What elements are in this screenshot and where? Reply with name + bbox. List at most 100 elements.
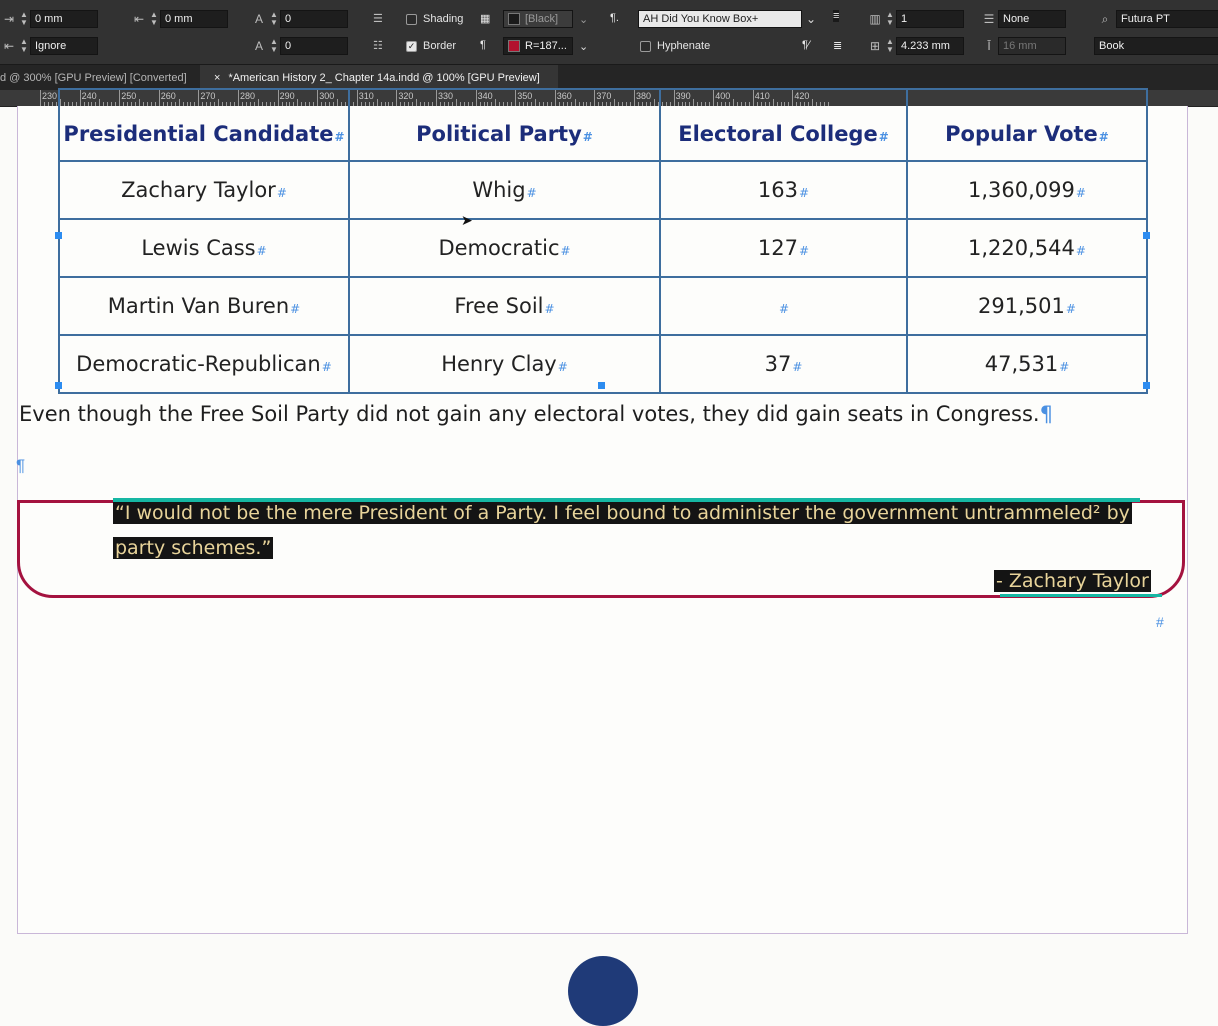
- frame-handle-right[interactable]: [1143, 232, 1150, 239]
- align-left-icon[interactable]: ≡: [833, 10, 840, 22]
- drop-cap-lines-stepper[interactable]: ▲ ▼: [268, 11, 280, 27]
- frame-handle-bottom-right[interactable]: [1143, 382, 1150, 389]
- paragraph-style-select[interactable]: AH Did You Know Box+ ⌄: [638, 9, 816, 29]
- shading-settings-icon[interactable]: ▦: [480, 12, 490, 25]
- shading-checkbox[interactable]: [406, 13, 417, 25]
- cell-text: 1,360,099: [968, 178, 1075, 202]
- indent-icon: Ī: [987, 39, 991, 53]
- table-cell[interactable]: 1,220,544#: [906, 218, 1148, 278]
- space-after-input[interactable]: 0 mm: [160, 10, 228, 28]
- paragraph-composer-icon[interactable]: ¶⁄: [802, 39, 810, 51]
- shading-toggle[interactable]: Shading: [406, 9, 463, 29]
- shading-label: Shading: [423, 13, 464, 25]
- cell-text: 127: [757, 236, 799, 260]
- table-header-cell[interactable]: Electoral College#: [659, 88, 908, 162]
- table-cell[interactable]: Martin Van Buren#: [58, 276, 350, 336]
- chevron-down-icon[interactable]: ⌄: [806, 12, 816, 26]
- close-icon[interactable]: ×: [214, 72, 220, 84]
- table-cell[interactable]: Henry Clay#: [348, 334, 661, 394]
- frame-handle-bottom-left[interactable]: [55, 382, 62, 389]
- span-columns-control: ☰ None: [980, 9, 1066, 29]
- justify-icon[interactable]: ≣: [833, 39, 842, 52]
- frame-handle-bottom[interactable]: [598, 382, 605, 389]
- border-checkbox[interactable]: ✓: [406, 40, 417, 52]
- columns-input[interactable]: 1: [896, 10, 964, 28]
- document-tab-bar: d @ 300% [GPU Preview] [Converted] × *Am…: [0, 64, 1218, 91]
- span-columns-select[interactable]: None: [998, 10, 1066, 28]
- table-header-cell[interactable]: Political Party#: [348, 88, 661, 162]
- space-before-control: ⇥ ▲ ▼ 0 mm: [0, 9, 98, 29]
- bullets-icon[interactable]: ☰: [373, 12, 383, 25]
- drop-cap-chars-stepper[interactable]: ▲ ▼: [268, 38, 280, 54]
- gutter-stepper[interactable]: ▲ ▼: [884, 38, 896, 54]
- align-to-grid-stepper[interactable]: ▲ ▼: [18, 38, 30, 54]
- cell-text: 291,501: [978, 294, 1065, 318]
- table-header-cell[interactable]: Presidential Candidate#: [58, 88, 350, 162]
- ruler-label: 230: [42, 91, 58, 101]
- space-before-stepper[interactable]: ▲ ▼: [18, 11, 30, 27]
- table-cell[interactable]: Democratic-Republican#: [58, 334, 350, 394]
- table-cell[interactable]: 37#: [659, 334, 908, 394]
- hyphenate-checkbox[interactable]: [640, 40, 651, 52]
- space-after-control: ⇤ ▲ ▼ 0 mm: [130, 9, 228, 29]
- space-after-icon: ⇤: [133, 12, 145, 26]
- space-before-icon: ⇥: [3, 12, 15, 26]
- table-cell[interactable]: 1,360,099#: [906, 160, 1148, 220]
- space-after-stepper[interactable]: ▲ ▼: [148, 11, 160, 27]
- cell-text: 163: [757, 178, 799, 202]
- cell-end-mark: #: [1059, 360, 1070, 374]
- cell-text: Democratic-Republican: [76, 352, 321, 376]
- header-electoral: Electoral College: [678, 122, 878, 146]
- table-header-cell[interactable]: Popular Vote#: [906, 88, 1148, 162]
- shading-color-label: [Black]: [525, 13, 559, 25]
- font-family-input[interactable]: Futura PT: [1116, 10, 1218, 28]
- cell-text: 37: [764, 352, 792, 376]
- table-cell[interactable]: 163#: [659, 160, 908, 220]
- empty-paragraph-mark: ¶: [16, 456, 26, 475]
- cell-end-mark: #: [792, 360, 803, 374]
- indent-input[interactable]: 16 mm: [998, 37, 1066, 55]
- header-popular: Popular Vote: [945, 122, 1098, 146]
- chevron-down-icon[interactable]: ⌄: [579, 40, 588, 53]
- cell-end-mark: #: [526, 186, 537, 200]
- table-cell[interactable]: 47,531#: [906, 334, 1148, 394]
- table-cell[interactable]: Democratic#: [348, 218, 661, 278]
- table-cell[interactable]: 291,501#: [906, 276, 1148, 336]
- space-before-input[interactable]: 0 mm: [30, 10, 98, 28]
- drop-cap-lines-input[interactable]: 0: [280, 10, 348, 28]
- shading-color-select[interactable]: [Black] ⌄: [503, 9, 588, 29]
- table-cell[interactable]: Free Soil#: [348, 276, 661, 336]
- border-settings-icon[interactable]: ¶: [480, 39, 486, 51]
- span-columns-icon: ☰: [983, 12, 995, 26]
- table-cell[interactable]: #: [659, 276, 908, 336]
- border-color-select[interactable]: R=187... ⌄: [503, 36, 588, 56]
- table-cell[interactable]: Lewis Cass#: [58, 218, 350, 278]
- quote-line-2[interactable]: party schemes.”: [113, 537, 274, 559]
- chevron-down-icon[interactable]: ⌄: [579, 13, 588, 26]
- cell-end-mark: #: [544, 302, 555, 316]
- table-cell[interactable]: Whig#: [348, 160, 661, 220]
- numbering-icon[interactable]: ☷: [373, 39, 383, 52]
- quote-attribution[interactable]: - Zachary Taylor: [994, 570, 1151, 592]
- table-cell[interactable]: 127#: [659, 218, 908, 278]
- border-toggle[interactable]: ✓ Border: [406, 36, 456, 56]
- table-row: Martin Van Buren# Free Soil# # 291,501#: [58, 276, 1148, 336]
- quote-line-1[interactable]: “I would not be the mere President of a …: [113, 502, 1132, 524]
- align-to-grid-select[interactable]: Ignore: [30, 37, 98, 55]
- body-paragraph[interactable]: Even though the Free Soil Party did not …: [19, 402, 1053, 426]
- gutter-input[interactable]: 4.233 mm: [896, 37, 964, 55]
- drop-cap-lines-control: A ▲ ▼ 0: [250, 9, 348, 29]
- border-label: Border: [423, 40, 457, 52]
- columns-stepper[interactable]: ▲ ▼: [884, 11, 896, 27]
- paragraph-style-value[interactable]: AH Did You Know Box+: [638, 10, 802, 28]
- grid-align-icon: ⇤: [3, 39, 15, 53]
- font-style-input[interactable]: Book: [1094, 37, 1218, 55]
- frame-handle-left[interactable]: [55, 232, 62, 239]
- table-cell[interactable]: Zachary Taylor#: [58, 160, 350, 220]
- cell-end-mark: #: [557, 360, 568, 374]
- election-results-table[interactable]: Presidential Candidate# Political Party#…: [58, 88, 1148, 394]
- cell-end-mark: #: [321, 360, 332, 374]
- table-row: Zachary Taylor# Whig# 163# 1,360,099#: [58, 160, 1148, 220]
- drop-cap-chars-input[interactable]: 0: [280, 37, 348, 55]
- hyphenate-toggle[interactable]: Hyphenate: [640, 36, 710, 56]
